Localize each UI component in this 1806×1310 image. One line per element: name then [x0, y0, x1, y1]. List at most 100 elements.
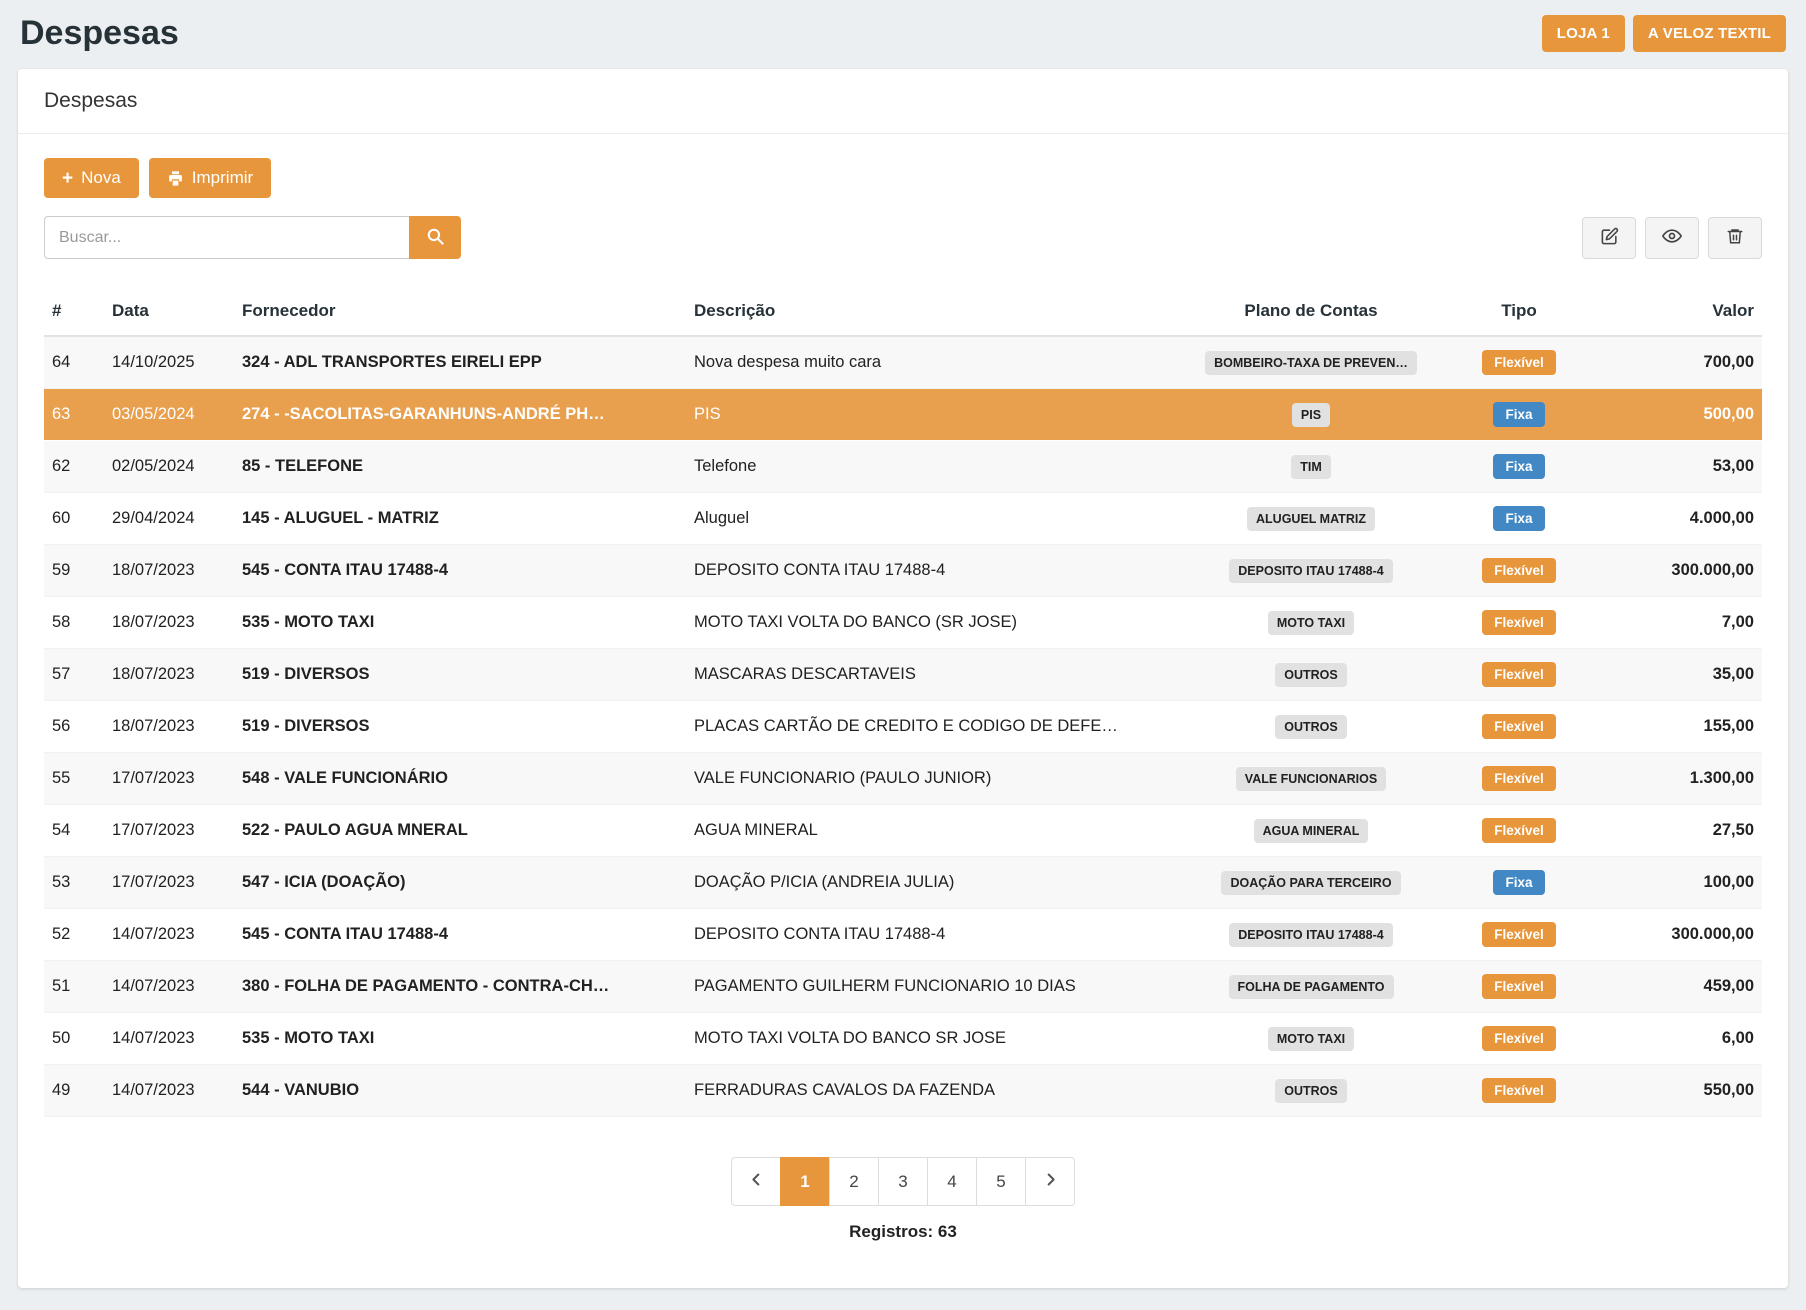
table-row[interactable]: 51 14/07/2023 380 - FOLHA DE PAGAMENTO -…: [44, 961, 1762, 1013]
row-action-buttons: [1582, 217, 1762, 259]
expenses-table: # Data Fornecedor Descrição Plano de Con…: [44, 287, 1762, 1117]
type-badge: Flexível: [1482, 714, 1556, 739]
type-cell: Fixa: [1444, 389, 1594, 441]
value-cell: 7,00: [1594, 597, 1762, 649]
row-number-cell: 53: [44, 857, 104, 909]
value-cell: 1.300,00: [1594, 753, 1762, 805]
col-header-data: Data: [104, 287, 234, 336]
table-row[interactable]: 58 18/07/2023 535 - MOTO TAXI MOTO TAXI …: [44, 597, 1762, 649]
col-header-fornecedor: Fornecedor: [234, 287, 686, 336]
page-button-1[interactable]: 1: [780, 1157, 830, 1206]
table-row[interactable]: 54 17/07/2023 522 - PAULO AGUA MNERAL AG…: [44, 805, 1762, 857]
imprimir-button[interactable]: Imprimir: [149, 158, 271, 198]
plus-icon: +: [62, 169, 73, 188]
account-plan-cell: AGUA MINERAL: [1178, 805, 1444, 857]
table-row[interactable]: 53 17/07/2023 547 - ICIA (DOAÇÃO) DOAÇÃO…: [44, 857, 1762, 909]
value-cell: 500,00: [1594, 389, 1762, 441]
account-plan-cell: OUTROS: [1178, 649, 1444, 701]
row-number-cell: 49: [44, 1065, 104, 1117]
type-cell: Flexível: [1444, 597, 1594, 649]
search-input[interactable]: [44, 216, 409, 259]
supplier-cell: 519 - DIVERSOS: [234, 701, 686, 753]
view-button[interactable]: [1645, 217, 1699, 259]
type-cell: Flexível: [1444, 909, 1594, 961]
pagination-prev-button[interactable]: [731, 1157, 781, 1206]
company-button[interactable]: A VELOZ TEXTIL: [1633, 15, 1786, 52]
page-button-5[interactable]: 5: [976, 1157, 1026, 1206]
date-cell: 03/05/2024: [104, 389, 234, 441]
records-count: Registros: 63: [44, 1222, 1762, 1242]
value-cell: 550,00: [1594, 1065, 1762, 1117]
table-row[interactable]: 57 18/07/2023 519 - DIVERSOS MASCARAS DE…: [44, 649, 1762, 701]
type-badge: Flexível: [1482, 558, 1556, 583]
account-plan-badge: AGUA MINERAL: [1254, 819, 1369, 843]
col-header-valor: Valor: [1594, 287, 1762, 336]
description-cell: MOTO TAXI VOLTA DO BANCO (SR JOSE): [686, 597, 1178, 649]
value-cell: 155,00: [1594, 701, 1762, 753]
description-cell: Nova despesa muito cara: [686, 336, 1178, 389]
edit-button[interactable]: [1582, 217, 1636, 259]
account-plan-badge: MOTO TAXI: [1268, 1027, 1354, 1051]
date-cell: 18/07/2023: [104, 545, 234, 597]
supplier-cell: 535 - MOTO TAXI: [234, 1013, 686, 1065]
value-cell: 700,00: [1594, 336, 1762, 389]
row-number-cell: 64: [44, 336, 104, 389]
delete-button[interactable]: [1708, 217, 1762, 259]
account-plan-badge: BOMBEIRO-TAXA DE PREVEN…: [1205, 351, 1417, 375]
date-cell: 14/07/2023: [104, 961, 234, 1013]
supplier-cell: 535 - MOTO TAXI: [234, 597, 686, 649]
store-selector-button[interactable]: LOJA 1: [1542, 15, 1625, 52]
nova-button-label: Nova: [81, 168, 121, 188]
supplier-cell: 547 - ICIA (DOAÇÃO): [234, 857, 686, 909]
table-row[interactable]: 49 14/07/2023 544 - VANUBIO FERRADURAS C…: [44, 1065, 1762, 1117]
page-button-2[interactable]: 2: [829, 1157, 879, 1206]
table-row[interactable]: 62 02/05/2024 85 - TELEFONE Telefone TIM…: [44, 441, 1762, 493]
supplier-cell: 522 - PAULO AGUA MNERAL: [234, 805, 686, 857]
table-row[interactable]: 63 03/05/2024 274 - -SACOLITAS-GARANHUNS…: [44, 389, 1762, 441]
date-cell: 02/05/2024: [104, 441, 234, 493]
date-cell: 29/04/2024: [104, 493, 234, 545]
account-plan-badge: TIM: [1291, 455, 1331, 479]
row-number-cell: 51: [44, 961, 104, 1013]
type-badge: Fixa: [1493, 402, 1544, 427]
table-row[interactable]: 52 14/07/2023 545 - CONTA ITAU 17488-4 D…: [44, 909, 1762, 961]
date-cell: 18/07/2023: [104, 597, 234, 649]
table-row[interactable]: 60 29/04/2024 145 - ALUGUEL - MATRIZ Alu…: [44, 493, 1762, 545]
search-button[interactable]: [409, 216, 461, 259]
table-row[interactable]: 50 14/07/2023 535 - MOTO TAXI MOTO TAXI …: [44, 1013, 1762, 1065]
col-header-tipo: Tipo: [1444, 287, 1594, 336]
description-cell: MOTO TAXI VOLTA DO BANCO SR JOSE: [686, 1013, 1178, 1065]
type-cell: Flexível: [1444, 1065, 1594, 1117]
row-number-cell: 57: [44, 649, 104, 701]
row-number-cell: 50: [44, 1013, 104, 1065]
table-row[interactable]: 64 14/10/2025 324 - ADL TRANSPORTES EIRE…: [44, 336, 1762, 389]
table-header-row: # Data Fornecedor Descrição Plano de Con…: [44, 287, 1762, 336]
table-row[interactable]: 59 18/07/2023 545 - CONTA ITAU 17488-4 D…: [44, 545, 1762, 597]
supplier-cell: 274 - -SACOLITAS-GARANHUNS-ANDRÉ PH…: [234, 389, 686, 441]
col-header-plano: Plano de Contas: [1178, 287, 1444, 336]
type-cell: Fixa: [1444, 857, 1594, 909]
account-plan-cell: VALE FUNCIONARIOS: [1178, 753, 1444, 805]
table-row[interactable]: 55 17/07/2023 548 - VALE FUNCIONÁRIO VAL…: [44, 753, 1762, 805]
account-plan-badge: ALUGUEL MATRIZ: [1247, 507, 1375, 531]
date-cell: 18/07/2023: [104, 649, 234, 701]
type-badge: Flexível: [1482, 922, 1556, 947]
type-badge: Flexível: [1482, 766, 1556, 791]
table-row[interactable]: 56 18/07/2023 519 - DIVERSOS PLACAS CART…: [44, 701, 1762, 753]
row-number-cell: 58: [44, 597, 104, 649]
account-plan-cell: MOTO TAXI: [1178, 597, 1444, 649]
type-cell: Fixa: [1444, 441, 1594, 493]
page-button-3[interactable]: 3: [878, 1157, 928, 1206]
account-plan-badge: OUTROS: [1275, 1079, 1346, 1103]
account-plan-cell: ALUGUEL MATRIZ: [1178, 493, 1444, 545]
date-cell: 14/07/2023: [104, 909, 234, 961]
page-button-4[interactable]: 4: [927, 1157, 977, 1206]
description-cell: Aluguel: [686, 493, 1178, 545]
account-plan-badge: OUTROS: [1275, 663, 1346, 687]
type-cell: Flexível: [1444, 545, 1594, 597]
type-badge: Flexível: [1482, 350, 1556, 375]
imprimir-button-label: Imprimir: [192, 168, 253, 188]
nova-button[interactable]: + Nova: [44, 158, 139, 198]
pagination-next-button[interactable]: [1025, 1157, 1075, 1206]
account-plan-badge: DOAÇÃO PARA TERCEIRO: [1221, 871, 1400, 895]
